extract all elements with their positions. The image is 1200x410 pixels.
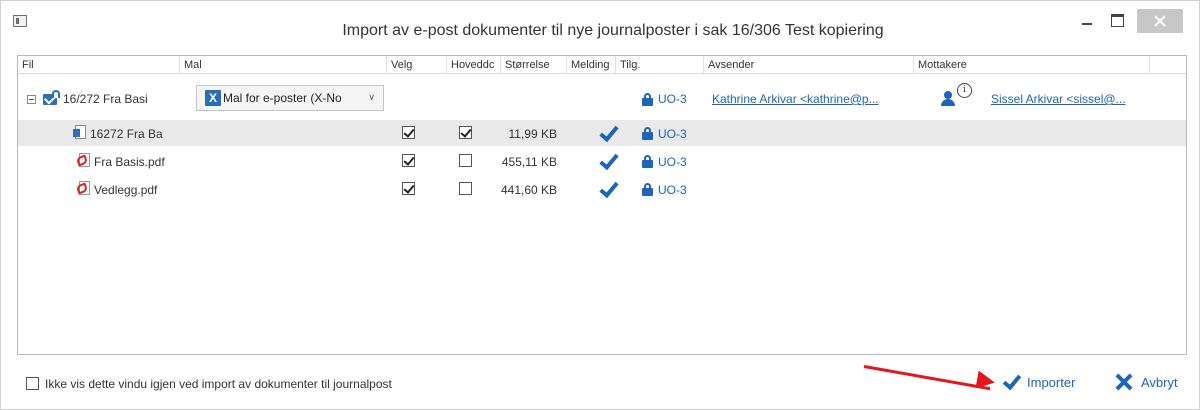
journal-post-row[interactable]: 16/272 Fra Basi X Mal for e-poster (X-No… <box>18 82 1186 116</box>
close-button[interactable] <box>1137 9 1183 33</box>
lock-icon <box>642 183 654 196</box>
column-header-fil[interactable]: Fil <box>18 56 180 74</box>
import-dialog: Import av e-post dokumenter til nye jour… <box>0 0 1200 410</box>
message-check-icon <box>598 151 616 169</box>
select-checkbox[interactable] <box>402 126 415 139</box>
column-header-avsender[interactable]: Avsender <box>704 56 914 74</box>
info-icon[interactable]: i <box>957 83 972 98</box>
window-title: Import av e-post dokumenter til nye jour… <box>342 22 884 39</box>
secure-email-icon <box>43 90 61 106</box>
main-document-checkbox[interactable] <box>459 154 472 167</box>
title-bar: Import av e-post dokumenter til nye jour… <box>1 1 1199 43</box>
column-header-melding[interactable]: Melding <box>567 56 616 74</box>
column-header-mottakere[interactable]: Mottakere <box>914 56 1150 74</box>
cancel-button[interactable]: Avbryt <box>1111 371 1191 395</box>
message-check-icon <box>598 179 616 197</box>
annotation-arrow <box>863 365 991 391</box>
access-code: UO-3 <box>658 127 687 141</box>
recipient-link[interactable]: Sissel Arkivar <sissel@... <box>991 92 1181 106</box>
document-name: Fra Basis.pdf <box>94 155 165 169</box>
document-name: Vedlegg.pdf <box>94 183 158 197</box>
column-header-mal[interactable]: Mal <box>180 56 387 74</box>
document-row[interactable]: Fra Basis.pdf 455,11 KB UO-3 <box>18 148 1186 174</box>
email-document-icon <box>73 125 87 141</box>
document-name: 16272 Fra Ba <box>90 127 163 141</box>
grid-header: Fil Mal Velg Hoveddc Størrelse Melding T… <box>18 56 1186 74</box>
select-checkbox[interactable] <box>402 154 415 167</box>
minimize-button[interactable] <box>1076 9 1098 33</box>
column-header-tilgang[interactable]: Tilg. <box>616 56 704 74</box>
select-checkbox[interactable] <box>402 182 415 195</box>
template-dropdown[interactable]: X Mal for e-poster (X-No ∨ <box>196 85 384 111</box>
document-size: 11,99 KB <box>508 127 557 141</box>
document-grid: Fil Mal Velg Hoveddc Størrelse Melding T… <box>17 55 1187 355</box>
collapse-icon[interactable] <box>27 95 36 104</box>
sender-link[interactable]: Kathrine Arkivar <kathrine@p... <box>712 92 912 106</box>
main-document-checkbox[interactable] <box>459 126 472 139</box>
access-code: UO-3 <box>658 155 687 169</box>
pdf-icon <box>75 153 91 169</box>
column-header-velg[interactable]: Velg <box>387 56 447 74</box>
lock-icon <box>642 155 654 168</box>
document-row[interactable]: 16272 Fra Ba 11,99 KB UO-3 <box>18 120 1186 146</box>
import-button[interactable]: Importer <box>997 371 1093 395</box>
document-row[interactable]: Vedlegg.pdf 441,60 KB UO-3 <box>18 176 1186 202</box>
access-code: UO-3 <box>658 183 687 197</box>
main-document-checkbox[interactable] <box>459 182 472 195</box>
lock-icon <box>642 93 654 106</box>
checkmark-icon <box>1001 372 1019 390</box>
document-size: 455,11 KB <box>501 155 557 169</box>
dont-show-again-checkbox[interactable] <box>26 377 39 390</box>
import-button-label: Importer <box>1027 375 1076 390</box>
column-header-hoveddokument[interactable]: Hoveddc <box>447 56 501 74</box>
pdf-icon <box>75 181 91 197</box>
template-dropdown-value: Mal for e-poster (X-No <box>223 91 342 105</box>
dont-show-again-label: Ikke vis dette vindu igjen ved import av… <box>45 377 392 391</box>
document-size: 441,60 KB <box>501 183 557 197</box>
person-icon <box>940 90 956 106</box>
message-check-icon <box>598 123 616 141</box>
annotation-arrow-head <box>975 370 997 392</box>
close-x-icon <box>1115 373 1133 391</box>
journal-post-name: 16/272 Fra Basi <box>63 92 148 106</box>
access-code: UO-3 <box>658 92 687 106</box>
column-header-storrelse[interactable]: Størrelse <box>501 56 567 74</box>
lock-icon <box>642 127 654 140</box>
cancel-button-label: Avbryt <box>1141 375 1178 390</box>
maximize-button[interactable] <box>1105 9 1129 33</box>
excel-icon: X <box>205 90 221 106</box>
chevron-down-icon: ∨ <box>368 92 375 102</box>
